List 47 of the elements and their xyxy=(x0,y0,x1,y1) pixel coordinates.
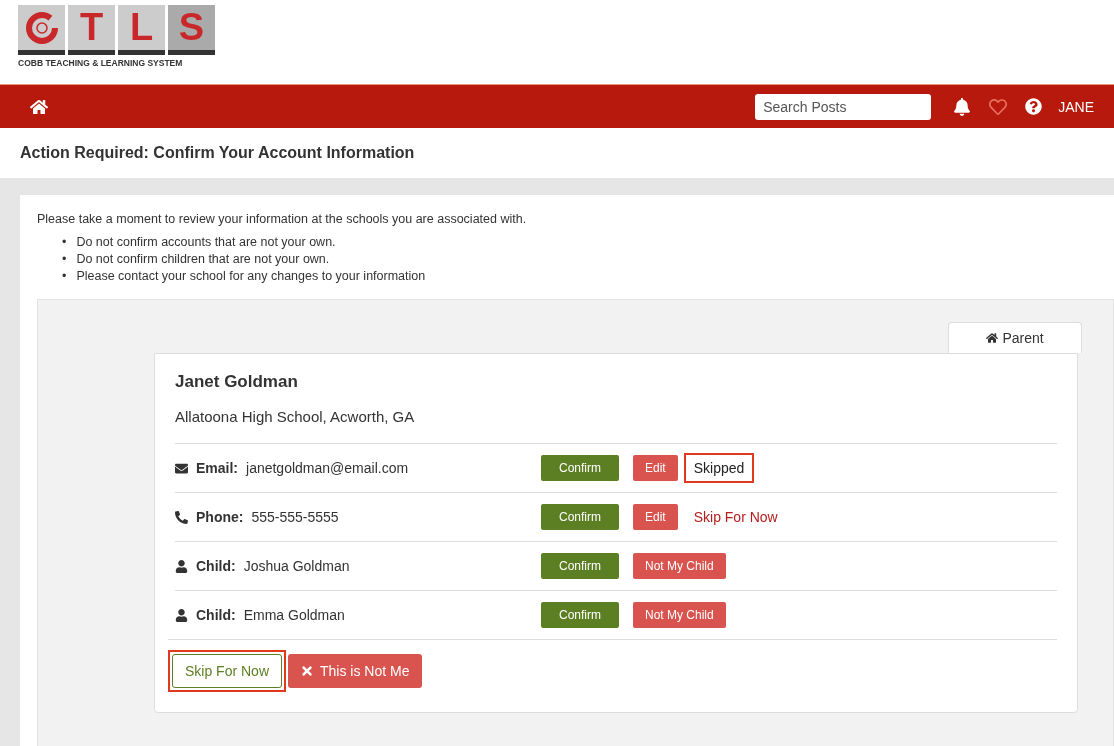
parent-tab[interactable]: Parent xyxy=(948,322,1082,353)
status-text: Skipped xyxy=(683,453,755,483)
help-icon[interactable] xyxy=(1025,98,1043,115)
envelope-icon xyxy=(175,461,188,475)
action-button[interactable]: Edit xyxy=(633,504,678,530)
skip-link[interactable]: Skip For Now xyxy=(683,502,788,532)
field-label: Child: xyxy=(196,558,236,574)
home-icon[interactable] xyxy=(30,97,48,116)
bell-icon[interactable] xyxy=(953,97,972,116)
field-value: 555-555-5555 xyxy=(251,509,339,525)
field-label: Email: xyxy=(196,460,238,476)
action-button[interactable]: Edit xyxy=(633,455,678,481)
field-label: Phone: xyxy=(196,509,244,525)
reject-button[interactable]: This is Not Me xyxy=(288,654,422,688)
logo-letter: T xyxy=(78,5,105,50)
home-icon xyxy=(986,332,999,344)
person-icon xyxy=(175,559,188,573)
field-value: Emma Goldman xyxy=(243,607,345,623)
note-item: Do not confirm children that are not your own. xyxy=(76,251,330,268)
intro-text: Please take a moment to review your information at the schools you are associated with. xyxy=(37,212,528,226)
account-name: Janet Goldman xyxy=(175,372,299,392)
logo-letter: L xyxy=(128,5,155,50)
page-title: Action Required: Confirm Your Account Information xyxy=(19,143,416,163)
user-menu[interactable]: JANE xyxy=(1058,98,1094,115)
note-item: Please contact your school for any changes to your information xyxy=(76,268,426,285)
field-value: Joshua Goldman xyxy=(243,558,350,574)
bullet: • xyxy=(62,268,67,285)
confirm-button[interactable]: Confirm xyxy=(541,455,619,481)
search-field[interactable]: Search Posts xyxy=(755,93,932,120)
field-value: janetgoldman@email.com xyxy=(246,460,409,476)
close-icon xyxy=(300,664,315,678)
confirm-button[interactable]: Confirm xyxy=(541,504,619,530)
field-label: Child: xyxy=(196,607,236,623)
logo-tagline: COBB TEACHING & LEARNING SYSTEM xyxy=(18,58,184,68)
note-item: Do not confirm accounts that are not your own. xyxy=(76,234,336,251)
logo-emblem-icon xyxy=(24,10,59,45)
action-button[interactable]: Not My Child xyxy=(633,553,726,579)
bullet: • xyxy=(62,234,67,251)
phone-icon xyxy=(175,510,188,524)
person-icon xyxy=(175,608,188,622)
skip-button[interactable]: Skip For Now xyxy=(172,654,283,688)
school-name: Allatoona High School, Acworth, GA xyxy=(175,408,416,425)
bullet: • xyxy=(62,251,67,268)
logo-letter: S xyxy=(177,5,206,50)
confirm-button[interactable]: Confirm xyxy=(541,602,619,628)
action-button[interactable]: Not My Child xyxy=(633,602,726,628)
confirm-button[interactable]: Confirm xyxy=(541,553,619,579)
